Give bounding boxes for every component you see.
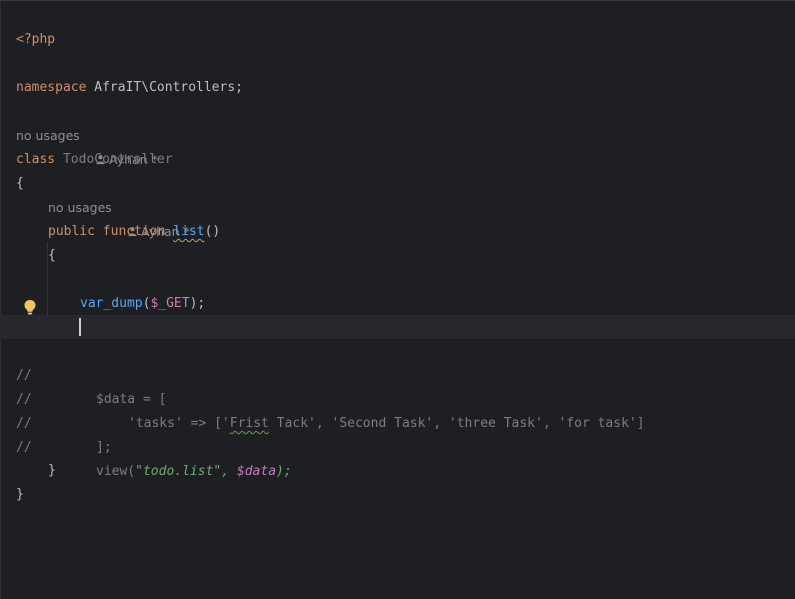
- namespace-name: AfraIT\Controllers;: [86, 80, 243, 95]
- code-line[interactable]: namespace AfraIT\Controllers;: [0, 52, 795, 95]
- code-line[interactable]: // view("todo.list", $data);: [0, 412, 795, 479]
- code-line[interactable]: // 'tasks' => ['Frist Tack', 'Second Tas…: [0, 364, 795, 431]
- code-line[interactable]: {: [0, 148, 795, 191]
- var-dump-call: var_dump: [80, 296, 143, 311]
- get-superglobal: $_GET: [150, 296, 190, 311]
- php-open-tag: <?php: [16, 32, 56, 47]
- code-line[interactable]: }: [0, 459, 795, 502]
- paren-close: );: [189, 296, 206, 311]
- namespace-keyword: namespace: [16, 80, 87, 95]
- code-line[interactable]: }: [0, 435, 795, 478]
- code-line[interactable]: // $data = [: [0, 340, 795, 407]
- current-line[interactable]: [0, 315, 795, 339]
- code-vision-hint[interactable]: no usages Ayhan *: [0, 172, 795, 239]
- code-vision-hint[interactable]: no usages Ayhan *: [0, 100, 795, 167]
- method-open-brace: {: [48, 248, 56, 263]
- code-line[interactable]: {: [0, 220, 795, 263]
- code-line[interactable]: public function list(): [0, 196, 795, 239]
- code-line[interactable]: class TodoController: [0, 124, 795, 167]
- code-editor[interactable]: <?php namespace AfraIT\Controllers; no u…: [0, 0, 795, 599]
- class-close-brace: }: [16, 487, 24, 502]
- text-caret: [79, 318, 81, 336]
- code-line[interactable]: var_dump($_GET);: [0, 268, 795, 311]
- code-line[interactable]: // ];: [0, 388, 795, 455]
- code-line[interactable]: <?php: [0, 4, 795, 47]
